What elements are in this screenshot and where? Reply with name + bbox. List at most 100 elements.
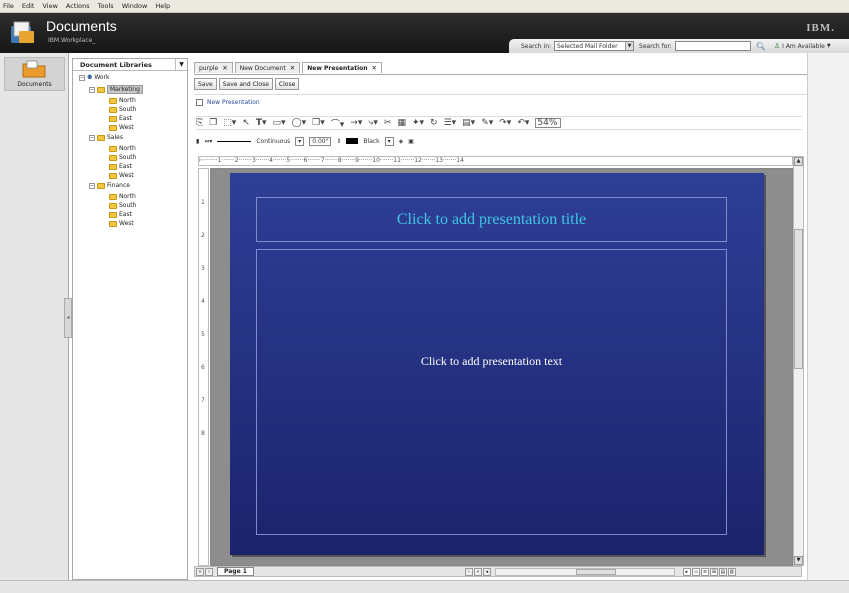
scroll-thumb[interactable] [575, 568, 616, 575]
tree-item[interactable]: West [109, 220, 134, 227]
menu-view[interactable]: View [42, 2, 57, 10]
tree-folder-marketing[interactable]: − Marketing [89, 85, 143, 94]
slide-sorter-icon[interactable]: ⊞ [709, 567, 718, 576]
vertical-scrollbar[interactable]: ▲ ▼ [793, 156, 804, 566]
shapes-icon[interactable]: ⬚▾ [223, 118, 236, 128]
chevron-down-icon[interactable]: ▾ [384, 136, 394, 146]
close-icon[interactable]: ✕ [372, 64, 377, 72]
tree-item[interactable]: South [109, 202, 136, 209]
tree-item[interactable]: East [109, 115, 132, 122]
save-button[interactable]: Save [194, 78, 217, 90]
close-icon[interactable]: ✕ [222, 64, 227, 72]
menu-actions[interactable]: Actions [66, 2, 90, 10]
menu-help[interactable]: Help [155, 2, 170, 10]
last-page-icon[interactable]: » [473, 567, 482, 576]
tree-item[interactable]: East [109, 211, 132, 218]
search-input[interactable] [674, 41, 751, 51]
tab-new-document[interactable]: New Document ✕ [234, 62, 301, 73]
chevron-down-icon[interactable]: ▾ [295, 136, 305, 146]
normal-view-icon[interactable]: ▫ [691, 567, 700, 576]
title-placeholder[interactable]: Click to add presentation title [256, 197, 727, 242]
save-and-close-button[interactable]: Save and Close [218, 78, 273, 90]
scroll-up-icon[interactable]: ▲ [794, 157, 803, 166]
breadcrumb[interactable]: New Presentation [196, 99, 260, 106]
search-folder-select[interactable]: Selected Mail Folder ▼ [554, 41, 635, 51]
tree-folder-finance[interactable]: − Finance [89, 182, 130, 189]
scroll-track[interactable] [494, 567, 675, 576]
connector-icon[interactable]: ⤷▾ [368, 118, 378, 128]
search-icon[interactable]: 🔍︎ [756, 42, 766, 51]
next-page-icon[interactable]: › [464, 567, 473, 576]
line-tool-icon[interactable]: ▮ [196, 138, 199, 145]
redo-icon[interactable]: ↷▾ [499, 118, 511, 128]
outline-view-icon[interactable]: ≡ [700, 567, 709, 576]
body-placeholder[interactable]: Click to add presentation text [256, 249, 727, 535]
chevron-down-icon[interactable]: ▼ [827, 43, 831, 49]
availability-status[interactable]: I Am Available [782, 43, 825, 50]
tree-item[interactable]: West [109, 172, 134, 179]
text-tool-icon[interactable]: T▾ [256, 118, 267, 128]
cut-icon[interactable]: ✂ [384, 118, 392, 128]
page-tab[interactable]: Page 1 [217, 567, 254, 576]
first-page-icon[interactable]: « [196, 567, 204, 576]
arrange-icon[interactable]: ▤▾ [462, 118, 475, 128]
effects-icon[interactable]: ✦▾ [412, 118, 424, 128]
spinner-icon[interactable]: ⇕ [336, 138, 341, 145]
tree-item[interactable]: East [109, 163, 132, 170]
tree-folder-sales[interactable]: − Sales [89, 134, 123, 141]
copy-icon[interactable]: ❐ [209, 118, 217, 128]
group-icon[interactable]: ▦ [397, 118, 406, 128]
collapse-icon[interactable]: − [89, 182, 95, 189]
notes-view-icon[interactable]: ▤ [718, 567, 727, 576]
insert-icon[interactable]: ✎▾ [481, 118, 493, 128]
prev-page-icon[interactable]: ‹ [205, 567, 213, 576]
tab-purple[interactable]: purple ✕ [194, 62, 233, 73]
chevron-down-icon[interactable]: ▼ [175, 59, 187, 70]
scroll-right-icon[interactable]: ▸ [682, 567, 691, 576]
collapse-icon[interactable]: − [79, 74, 85, 81]
menu-tools[interactable]: Tools [98, 2, 114, 10]
tree-item[interactable]: South [109, 106, 136, 113]
close-icon[interactable]: ✕ [290, 64, 295, 72]
scroll-down-icon[interactable]: ▼ [794, 556, 803, 565]
tree-root[interactable]: − ⚉ Work [79, 74, 110, 81]
arrow-style-icon[interactable]: ⇹▾ [204, 138, 212, 145]
menu-window[interactable]: Window [122, 2, 148, 10]
expand-icon[interactable] [196, 99, 203, 106]
horizontal-scrollbar[interactable]: › » ◂ [464, 567, 675, 576]
open-icon[interactable]: ⎘ [196, 118, 203, 128]
zoom-field[interactable]: 54% [535, 118, 562, 128]
collapse-icon[interactable]: − [89, 134, 95, 141]
pointer-icon[interactable]: ↖ [242, 118, 250, 128]
align-icon[interactable]: ☰▾ [444, 118, 457, 128]
menu-edit[interactable]: Edit [22, 2, 35, 10]
rotate-icon[interactable]: ↻ [430, 118, 438, 128]
tree-item[interactable]: North [109, 193, 136, 200]
rectangle-icon[interactable]: ▭▾ [273, 118, 286, 128]
tree-item[interactable]: North [109, 97, 136, 104]
tree-item[interactable]: South [109, 154, 136, 161]
line-style-label[interactable]: Continuous [256, 138, 290, 145]
fill-icon[interactable]: ◈ [399, 138, 404, 145]
tree-item[interactable]: North [109, 145, 136, 152]
close-button[interactable]: Close [274, 78, 300, 90]
menu-file[interactable]: File [3, 2, 14, 10]
undo-icon[interactable]: ↶▾ [517, 118, 529, 128]
shadow-icon[interactable]: ▣ [408, 138, 414, 145]
cube-icon[interactable]: ❒▾ [312, 118, 325, 128]
line-width-field[interactable]: 0.00" [309, 136, 332, 146]
tab-new-presentation[interactable]: New Presentation ✕ [302, 62, 382, 73]
chevron-down-icon[interactable]: ▼ [625, 42, 634, 50]
color-swatch[interactable] [346, 138, 359, 144]
arrow-line-icon[interactable]: →▾ [350, 118, 362, 128]
tree-item[interactable]: West [109, 124, 134, 131]
ellipse-icon[interactable]: ◯▾ [292, 118, 307, 128]
curve-icon[interactable]: ⌒▾ [331, 117, 345, 130]
collapse-pane-handle[interactable]: ◂ [64, 298, 72, 338]
handout-view-icon[interactable]: ▥ [727, 567, 736, 576]
slide[interactable]: Click to add presentation title Click to… [230, 173, 764, 555]
scroll-left-icon[interactable]: ◂ [482, 567, 491, 576]
scroll-thumb[interactable] [794, 229, 803, 369]
collapse-icon[interactable]: − [89, 86, 95, 93]
line-color-label[interactable]: Black [363, 138, 379, 145]
